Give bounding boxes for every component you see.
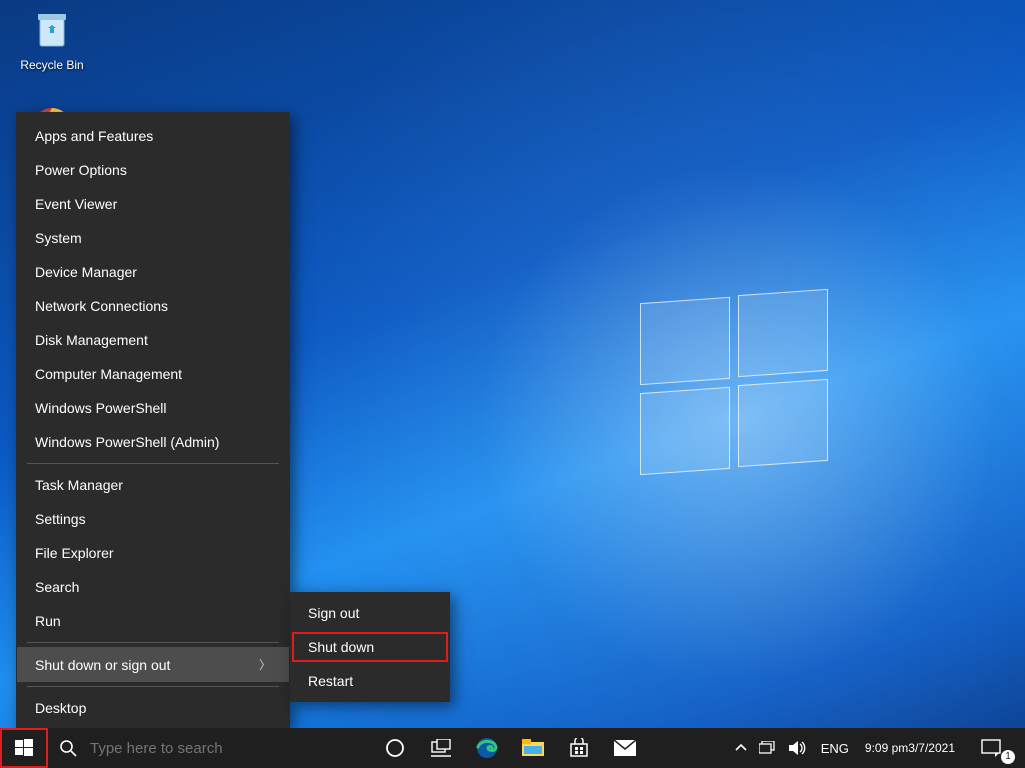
- menu-item-file-explorer[interactable]: File Explorer: [17, 536, 289, 570]
- windows-logo-wallpaper: [640, 300, 840, 480]
- mail-icon: [614, 740, 636, 756]
- submenu-item-shut-down[interactable]: Shut down: [290, 630, 450, 664]
- menu-separator: [27, 463, 279, 464]
- menu-item-disk-management[interactable]: Disk Management: [17, 323, 289, 357]
- tray-clock[interactable]: 9:09 pm 3/7/2021: [857, 728, 963, 768]
- menu-item-network-connections[interactable]: Network Connections: [17, 289, 289, 323]
- speaker-icon: [789, 740, 807, 756]
- store-icon: [569, 738, 589, 758]
- tray-volume[interactable]: [783, 728, 813, 768]
- menu-item-event-viewer[interactable]: Event Viewer: [17, 187, 289, 221]
- menu-separator: [27, 686, 279, 687]
- chevron-up-icon: [735, 742, 747, 754]
- taskbar-edge[interactable]: [464, 728, 510, 768]
- menu-item-search[interactable]: Search: [17, 570, 289, 604]
- monitor-icon: [759, 741, 777, 755]
- submenu-item-sign-out[interactable]: Sign out: [290, 596, 450, 630]
- clock-date: 3/7/2021: [908, 741, 955, 755]
- menu-item-apps-and-features[interactable]: Apps and Features: [17, 119, 289, 153]
- menu-item-settings[interactable]: Settings: [17, 502, 289, 536]
- windows-logo-icon: [15, 739, 33, 757]
- menu-item-windows-powershell-admin[interactable]: Windows PowerShell (Admin): [17, 425, 289, 459]
- taskbar-task-view[interactable]: [418, 728, 464, 768]
- desktop-icon-recycle-bin[interactable]: Recycle Bin: [14, 6, 90, 72]
- system-tray: ENG 9:09 pm 3/7/2021 1: [729, 728, 1025, 768]
- menu-item-windows-powershell[interactable]: Windows PowerShell: [17, 391, 289, 425]
- notification-badge: 1: [1001, 750, 1015, 764]
- menu-item-shutdown-or-signout[interactable]: Shut down or sign out 〉: [17, 647, 289, 682]
- menu-item-device-manager[interactable]: Device Manager: [17, 255, 289, 289]
- tray-language[interactable]: ENG: [813, 728, 857, 768]
- tray-monitor[interactable]: [753, 728, 783, 768]
- winx-context-menu: Apps and Features Power Options Event Vi…: [16, 112, 290, 728]
- taskbar: ENG 9:09 pm 3/7/2021 1: [0, 728, 1025, 768]
- edge-icon: [476, 737, 498, 759]
- search-input[interactable]: [88, 739, 332, 758]
- menu-item-power-options[interactable]: Power Options: [17, 153, 289, 187]
- menu-item-computer-management[interactable]: Computer Management: [17, 357, 289, 391]
- menu-item-task-manager[interactable]: Task Manager: [17, 468, 289, 502]
- recycle-bin-icon: [28, 6, 76, 54]
- taskbar-file-explorer[interactable]: [510, 728, 556, 768]
- file-explorer-icon: [522, 739, 544, 757]
- task-view-icon: [431, 739, 451, 757]
- start-button[interactable]: [0, 728, 48, 768]
- taskbar-search[interactable]: [48, 728, 348, 768]
- taskbar-store[interactable]: [556, 728, 602, 768]
- chevron-right-icon: 〉: [259, 656, 271, 673]
- tray-action-center[interactable]: 1: [963, 728, 1019, 768]
- taskbar-pinned-apps: [372, 728, 648, 768]
- taskbar-cortana[interactable]: [372, 728, 418, 768]
- clock-time: 9:09 pm: [865, 741, 908, 755]
- menu-item-desktop[interactable]: Desktop: [17, 691, 289, 725]
- menu-item-run[interactable]: Run: [17, 604, 289, 638]
- notification-icon: [981, 739, 1001, 757]
- desktop-icon-label: Recycle Bin: [14, 58, 90, 72]
- shutdown-submenu: Sign out Shut down Restart: [290, 592, 450, 702]
- taskbar-mail[interactable]: [602, 728, 648, 768]
- menu-separator: [27, 642, 279, 643]
- submenu-item-restart[interactable]: Restart: [290, 664, 450, 698]
- tray-show-hidden[interactable]: [729, 728, 753, 768]
- search-icon: [48, 739, 88, 757]
- menu-item-system[interactable]: System: [17, 221, 289, 255]
- cortana-icon: [385, 738, 405, 758]
